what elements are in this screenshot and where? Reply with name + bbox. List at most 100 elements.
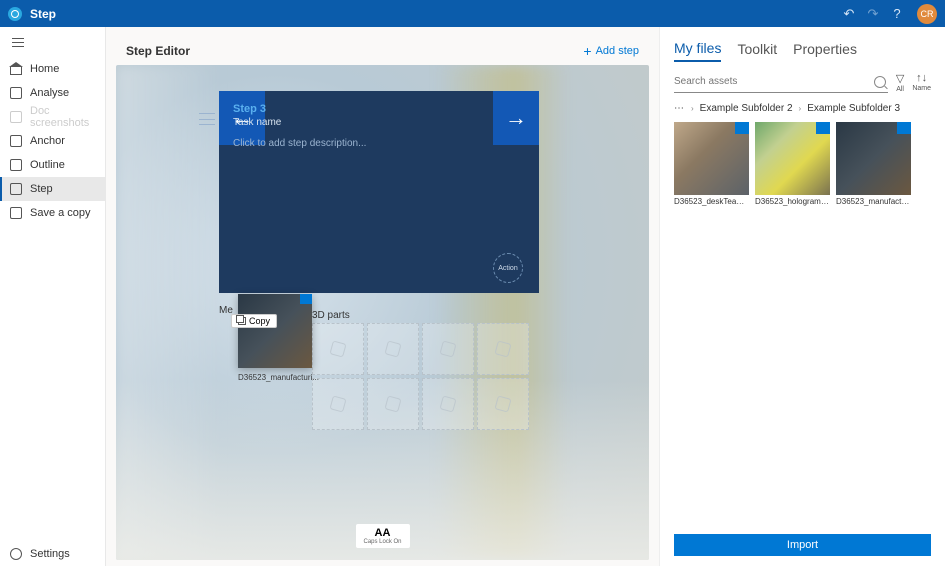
panel-tabs: My files Toolkit Properties — [674, 37, 931, 65]
analyse-icon — [10, 87, 22, 99]
thumbnail-image — [674, 122, 749, 195]
action-button[interactable]: Action — [493, 253, 523, 283]
save-icon — [10, 207, 22, 219]
sidebar: Home Analyse Doc screenshots Anchor Outl… — [0, 27, 106, 566]
chevron-right-icon: › — [691, 104, 694, 113]
parts-label: 3D parts — [312, 310, 350, 321]
sidebar-item-save-copy[interactable]: Save a copy — [0, 201, 105, 225]
outline-icon — [10, 159, 22, 171]
search-input[interactable] — [674, 76, 874, 87]
parts-grid — [312, 323, 529, 430]
filter-all-button[interactable]: ▽ All — [896, 72, 904, 93]
asset-tag-icon — [816, 122, 830, 134]
editor-title: Step Editor — [126, 44, 190, 58]
right-panel: My files Toolkit Properties ▽ All ↑↓ Nam… — [659, 27, 945, 566]
tab-toolkit[interactable]: Toolkit — [737, 41, 777, 61]
breadcrumb: ⋯ › Example Subfolder 2 › Example Subfol… — [674, 103, 931, 114]
asset-tag-icon — [735, 122, 749, 134]
help-icon[interactable]: ? — [885, 6, 909, 21]
toc-icon[interactable] — [199, 113, 215, 125]
parts-slot[interactable] — [422, 378, 474, 430]
top-bar: Step ↶ ↷ ? CR — [0, 0, 945, 27]
undo-icon[interactable]: ↶ — [837, 6, 861, 22]
cube-icon — [494, 340, 511, 357]
home-icon — [10, 63, 22, 75]
step-canvas: ← Step 3 Task name Click to add step des… — [116, 65, 649, 560]
sidebar-item-doc-screenshots: Doc screenshots — [0, 105, 105, 129]
parts-slot[interactable] — [367, 378, 419, 430]
cube-icon — [329, 395, 346, 412]
anchor-icon — [10, 135, 22, 147]
sidebar-item-analyse[interactable]: Analyse — [0, 81, 105, 105]
sidebar-item-label: Anchor — [30, 135, 65, 147]
chevron-right-icon: › — [799, 104, 802, 113]
step-card: ← Step 3 Task name Click to add step des… — [219, 91, 539, 293]
copy-tooltip: Copy — [231, 314, 277, 328]
asset-thumbnail[interactable]: D36523_hologram_w... — [755, 122, 830, 206]
thumbnail-image — [836, 122, 911, 195]
sidebar-item-home[interactable]: Home — [0, 57, 105, 81]
sidebar-item-label: Settings — [30, 548, 70, 560]
drag-caption: D36523_manufacturi... — [238, 373, 312, 382]
sidebar-item-outline[interactable]: Outline — [0, 153, 105, 177]
sidebar-item-label: Step — [30, 183, 53, 195]
sidebar-item-label: Analyse — [30, 87, 69, 99]
sidebar-item-step[interactable]: Step — [0, 177, 105, 201]
cube-icon — [494, 395, 511, 412]
task-name[interactable]: Task name — [233, 117, 525, 128]
caps-lock-indicator: AA Caps Lock On — [355, 524, 409, 548]
filter-label: All — [896, 86, 904, 93]
asset-tag-icon — [300, 294, 312, 304]
parts-slot[interactable] — [477, 323, 529, 375]
app-logo-icon — [8, 7, 22, 21]
asset-tag-icon — [897, 122, 911, 134]
editor-header: Step Editor + Add step — [116, 37, 649, 65]
filter-icon: ▽ — [896, 72, 904, 85]
parts-slot[interactable] — [422, 323, 474, 375]
asset-thumbnail[interactable]: D36523_manufacturi... — [836, 122, 911, 206]
dragged-thumbnail[interactable]: D36523_manufacturi... — [238, 294, 312, 368]
breadcrumb-item[interactable]: Example Subfolder 2 — [700, 103, 793, 114]
sidebar-item-anchor[interactable]: Anchor — [0, 129, 105, 153]
caps-aa: AA — [363, 527, 401, 539]
search-field[interactable] — [674, 71, 888, 93]
caps-text: Caps Lock On — [363, 539, 401, 545]
user-avatar[interactable]: CR — [917, 4, 937, 24]
sidebar-item-label: Home — [30, 63, 59, 75]
next-step-button[interactable]: → — [493, 91, 539, 145]
copy-label: Copy — [249, 316, 270, 326]
import-button[interactable]: Import — [674, 534, 931, 556]
breadcrumb-overflow[interactable]: ⋯ — [674, 103, 685, 114]
sort-icon: ↑↓ — [916, 72, 927, 84]
tab-properties[interactable]: Properties — [793, 41, 857, 61]
thumbnail-image — [755, 122, 830, 195]
add-step-label: Add step — [596, 45, 639, 57]
cube-icon — [439, 340, 456, 357]
asset-thumbnail[interactable]: D36523_deskTeams_... — [674, 122, 749, 206]
tab-my-files[interactable]: My files — [674, 40, 721, 62]
sidebar-item-settings[interactable]: Settings — [0, 542, 105, 566]
sidebar-item-label: Outline — [30, 159, 65, 171]
parts-slot[interactable] — [312, 378, 364, 430]
step-number[interactable]: Step 3 — [233, 103, 525, 115]
sidebar-item-label: Doc screenshots — [30, 105, 105, 129]
thumbnail-caption: D36523_manufacturi... — [836, 197, 911, 206]
sort-name-button[interactable]: ↑↓ Name — [912, 72, 931, 92]
step-description-placeholder[interactable]: Click to add step description... — [233, 138, 525, 149]
cube-icon — [384, 340, 401, 357]
add-step-button[interactable]: + Add step — [583, 43, 639, 59]
page-title: Step — [30, 7, 56, 21]
redo-icon[interactable]: ↷ — [861, 6, 885, 22]
parts-slot[interactable] — [477, 378, 529, 430]
doc-icon — [10, 111, 22, 123]
search-icon[interactable] — [874, 76, 886, 88]
menu-toggle-icon[interactable] — [0, 27, 105, 57]
sidebar-item-label: Save a copy — [30, 207, 91, 219]
parts-slot[interactable] — [312, 323, 364, 375]
gear-icon — [10, 548, 22, 560]
parts-slot[interactable] — [367, 323, 419, 375]
breadcrumb-item[interactable]: Example Subfolder 3 — [807, 103, 900, 114]
plus-icon: + — [583, 43, 591, 59]
action-label: Action — [498, 265, 517, 272]
thumbnail-caption: D36523_deskTeams_... — [674, 197, 749, 206]
